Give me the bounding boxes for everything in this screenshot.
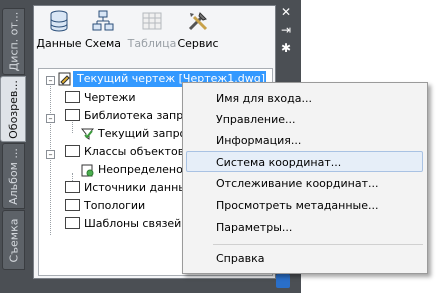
menu-item-coordinate-tracking[interactable]: Отслеживание координат...: [186, 173, 423, 194]
side-tab-album[interactable]: Альбом ...: [2, 143, 25, 209]
menu-item-manage[interactable]: Управление...: [186, 109, 423, 130]
drawing-icon: [58, 72, 71, 86]
table-button[interactable]: Таблица: [127, 10, 177, 50]
database-icon: [50, 10, 68, 32]
menu-item-coordinate-system[interactable]: Система координат...: [186, 151, 423, 172]
class-icon: [81, 164, 94, 176]
tree-item-undefined[interactable]: Неопределено: [81, 161, 183, 179]
table-button-label: Таблица: [127, 37, 177, 50]
tree-item-drawings[interactable]: Чертежи: [65, 89, 136, 107]
close-icon[interactable]: ✕: [279, 5, 293, 19]
side-tab-label: Альбом ...: [7, 147, 20, 205]
tree-item-data-sources[interactable]: Источники данных: [65, 179, 193, 197]
folder-icon: [65, 145, 80, 157]
menu-item-information[interactable]: Информация...: [186, 130, 423, 151]
folder-icon: [65, 199, 80, 211]
side-tab-label: Дисп. от...: [7, 11, 21, 72]
schema-icon: [92, 10, 114, 31]
collapse-root-icon[interactable]: –: [46, 76, 55, 85]
tools-button-label: Сервис: [177, 37, 219, 50]
tree-item-current-query[interactable]: Текущий запрос: [80, 125, 192, 143]
side-tab-survey[interactable]: Съемка: [2, 210, 25, 270]
folder-icon: [65, 109, 80, 121]
side-tab-label: Обозрев...: [6, 79, 20, 139]
explorer-toolbar: Данные Схема Таблица Сервис: [34, 6, 275, 62]
tree-item-link-templates[interactable]: Шаблоны связей: [65, 215, 181, 233]
folder-icon: [65, 217, 80, 229]
folder-icon: [65, 181, 80, 193]
table-icon: [142, 12, 162, 30]
schema-button-label: Схема: [85, 37, 121, 50]
menu-item-view-metadata[interactable]: Просмотреть метаданные...: [186, 195, 423, 216]
menu-item-options[interactable]: Параметры...: [186, 217, 423, 238]
properties-icon[interactable]: ✱: [279, 41, 293, 55]
context-menu: Имя для входа... Управление... Информаци…: [182, 82, 428, 274]
menu-separator: [213, 244, 423, 245]
schema-button[interactable]: Схема: [80, 10, 126, 50]
tools-icon: [188, 12, 208, 31]
folder-icon: [65, 91, 80, 103]
auto-hide-icon[interactable]: ⇥: [279, 23, 293, 37]
side-tab-explorer[interactable]: Обозрев...: [0, 76, 26, 142]
collapse-icon[interactable]: –: [46, 150, 55, 159]
filter-icon: [80, 128, 95, 140]
tree-guide-line: [50, 83, 51, 235]
tools-button[interactable]: Сервис: [175, 10, 221, 50]
autocad-logo-icon: [276, 274, 290, 288]
tree-item-object-classes[interactable]: Классы объектов: [65, 143, 184, 161]
side-tab-dispatch[interactable]: Дисп. от...: [2, 8, 25, 75]
data-button-label: Данные: [36, 37, 82, 50]
data-button[interactable]: Данные: [36, 10, 82, 50]
collapse-icon[interactable]: –: [46, 114, 55, 123]
side-tab-label: Съемка: [7, 218, 20, 262]
menu-item-login-name[interactable]: Имя для входа...: [186, 88, 423, 109]
menu-item-help[interactable]: Справка: [186, 248, 423, 269]
tree-item-topologies[interactable]: Топологии: [65, 197, 145, 215]
